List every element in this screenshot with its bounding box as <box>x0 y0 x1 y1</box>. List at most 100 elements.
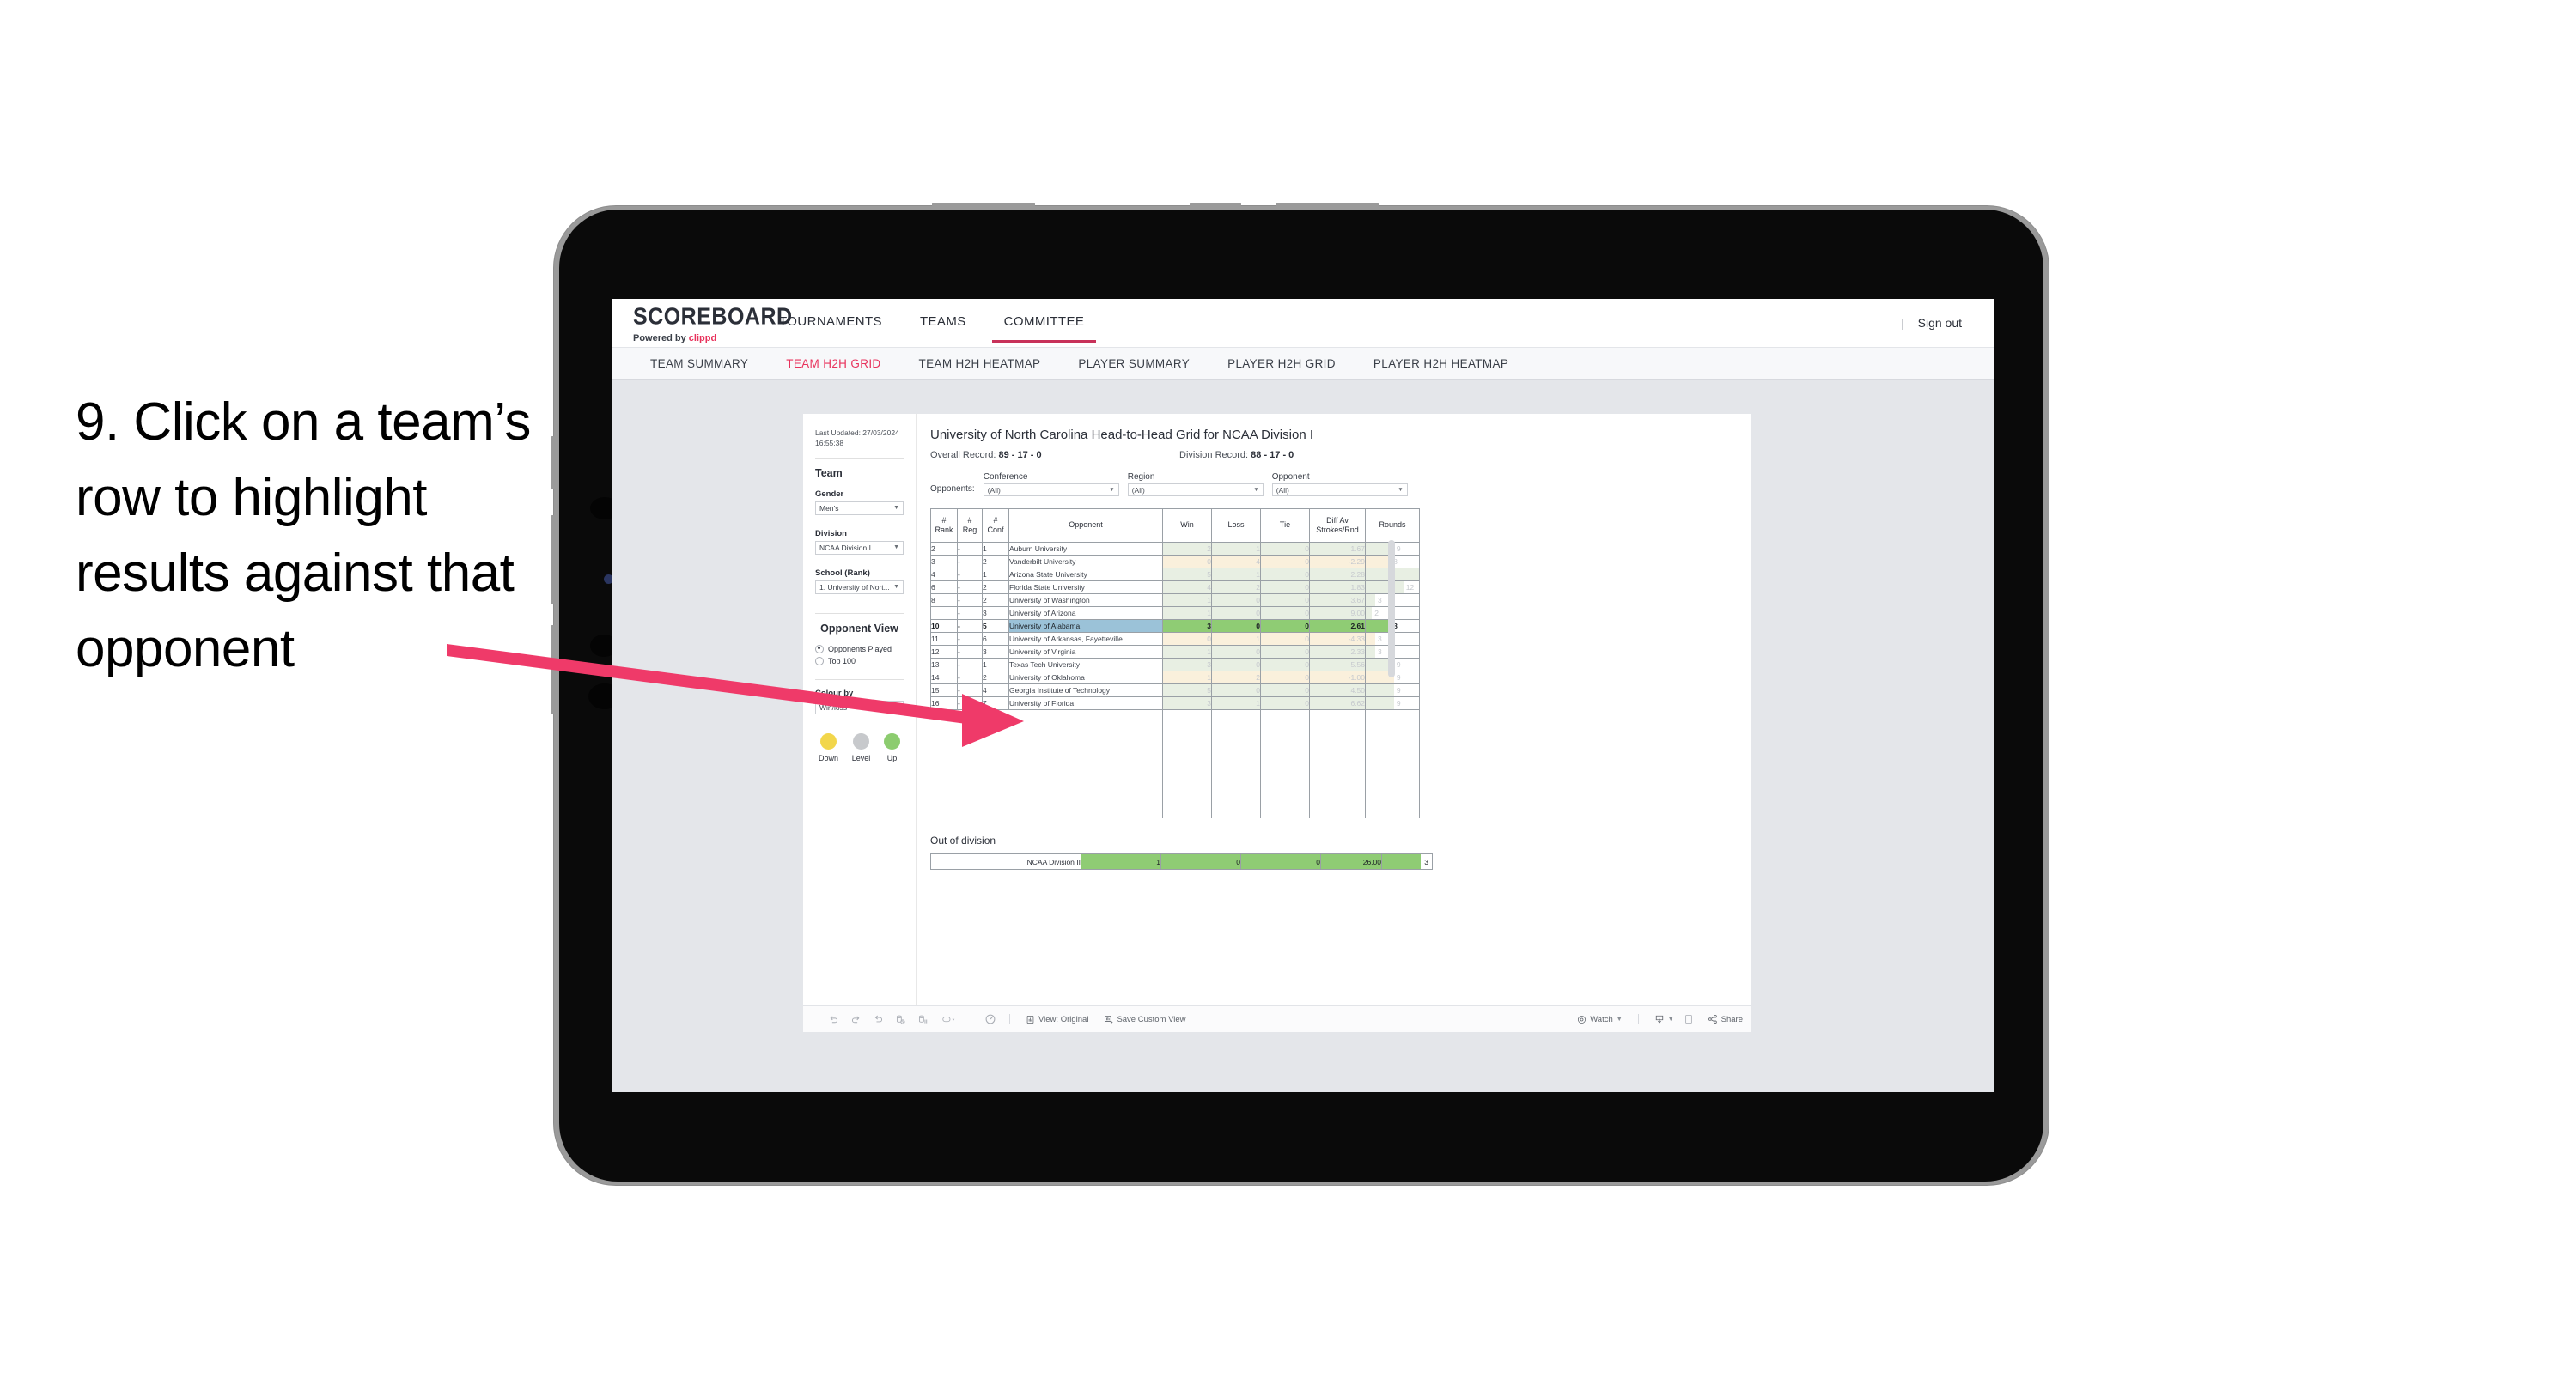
empty-cell <box>1211 734 1261 746</box>
redo-icon[interactable] <box>844 1009 867 1030</box>
table-row[interactable]: 2-1 Auburn University 2 1 0 1.67 9 <box>930 542 1420 556</box>
tab-team-h2h-heatmap[interactable]: TEAM H2H HEATMAP <box>900 357 1060 370</box>
chevron-down-icon: ▼ <box>893 704 899 711</box>
device-top-button-2 <box>1190 203 1241 207</box>
gender-select[interactable]: Men’s ▼ <box>815 501 904 515</box>
tab-player-h2h-grid[interactable]: PLAYER H2H GRID <box>1209 357 1355 370</box>
table-row[interactable]: 8-2 University of Washington 1 0 0 3.67 3 <box>930 593 1420 607</box>
table-row[interactable]: 4-1Arizona State University5102.2817 <box>930 568 1420 581</box>
presentation-mode-icon[interactable] <box>979 1009 1002 1030</box>
colour-by-select[interactable]: Win/loss ▼ <box>815 700 904 714</box>
cell-win: 1 <box>1162 593 1212 607</box>
nav-item-tournaments[interactable]: TOURNAMENTS <box>760 314 901 343</box>
overall-record: Overall Record: 89 - 17 - 0 <box>930 450 1179 460</box>
table-row[interactable]: 13-1 Texas Tech University 3 0 0 5.56 9 <box>930 658 1420 671</box>
conference-filter-value: (All) <box>987 485 1001 495</box>
legend-dot-up <box>884 732 900 750</box>
table-row[interactable]: 6-2 Florida State University 4 2 0 1.83 12 <box>930 580 1420 594</box>
empty-cell <box>1162 734 1212 746</box>
cell-rank: 12 <box>930 645 958 659</box>
conference-filter-select[interactable]: (All) ▼ <box>983 483 1119 496</box>
school-rank-value: 1. University of Nort... <box>819 582 890 592</box>
col-opponent[interactable]: Opponent <box>1008 508 1163 543</box>
grid-head: # Rank # Reg # Conf Opponent Win Loss Ti… <box>930 508 1420 543</box>
table-row[interactable]: -3 University of Arizona 1 0 0 9.00 2 <box>930 606 1420 620</box>
tab-team-h2h-grid[interactable]: TEAM H2H GRID <box>767 357 899 370</box>
view-original-button[interactable]: View: Original <box>1018 1015 1096 1024</box>
table-row[interactable]: 14-2 University of Oklahoma 1 2 0 -1.00 9 <box>930 671 1420 684</box>
dashboard-canvas: Last Updated: 27/03/2024 16:55:38 Team G… <box>612 380 1994 1092</box>
tab-player-h2h-heatmap[interactable]: PLAYER H2H HEATMAP <box>1355 357 1527 370</box>
cell-win: 4 <box>1162 580 1212 594</box>
cell-diff: -4.33 <box>1309 632 1366 646</box>
grid-vertical-scrollbar[interactable] <box>1388 540 1395 677</box>
refresh-data-icon[interactable] <box>889 1009 911 1030</box>
revert-icon[interactable] <box>867 1009 889 1030</box>
save-custom-view-button[interactable]: Save Custom View <box>1096 1015 1193 1024</box>
table-row[interactable]: 11-6 University of Arkansas, Fayetteville… <box>930 632 1420 646</box>
empty-cell <box>1162 794 1212 806</box>
empty-cell <box>1260 794 1310 806</box>
cell-opponent: Arizona State University <box>1008 568 1163 581</box>
col-conf[interactable]: # Conf <box>982 508 1009 543</box>
school-rank-select[interactable]: 1. University of Nort... ▼ <box>815 580 904 594</box>
col-rounds[interactable]: Rounds <box>1365 508 1420 543</box>
rounds-bar <box>1366 556 1392 568</box>
table-row[interactable]: 10-5 University of Alabama 3 0 0 2.61 8 <box>930 619 1420 633</box>
cell-conf: 2 <box>982 580 1009 594</box>
cell-loss: 1 <box>1211 542 1261 556</box>
sign-out-link[interactable]: Sign out <box>1918 316 1962 330</box>
table-row[interactable]: 3-2 Vanderbilt University 0 4 0 -2.29 8 <box>930 555 1420 568</box>
col-tie[interactable]: Tie <box>1260 508 1310 543</box>
tab-team-summary[interactable]: TEAM SUMMARY <box>631 357 767 370</box>
download-button[interactable]: ▼ <box>1647 1014 1678 1024</box>
opponent-filter: Opponent (All) ▼ <box>1271 472 1408 496</box>
share-button[interactable]: Share <box>1700 1014 1751 1024</box>
col-win[interactable]: Win <box>1162 508 1212 543</box>
cell-reg: - <box>957 671 983 684</box>
device-layout-icon[interactable] <box>1678 1009 1700 1030</box>
col-reg[interactable]: # Reg <box>957 508 983 543</box>
empty-cell <box>931 722 1163 734</box>
tab-player-summary[interactable]: PLAYER SUMMARY <box>1059 357 1209 370</box>
empty-cell <box>931 710 1163 723</box>
radio-opponents-played-label: Opponents Played <box>828 644 892 653</box>
nav-item-committee[interactable]: COMMITTEE <box>985 314 1104 343</box>
region-filter-select[interactable]: (All) ▼ <box>1127 483 1264 496</box>
cell-tie: 0 <box>1260 696 1310 710</box>
pause-refresh-dropdown-icon[interactable] <box>934 1009 963 1030</box>
empty-cell <box>1211 770 1261 782</box>
opponents-filter-label: Opponents: <box>930 484 975 494</box>
col-rank[interactable]: # Rank <box>930 508 958 543</box>
records-summary: Overall Record: 89 - 17 - 0 Division Rec… <box>930 450 1733 460</box>
conference-filter: Conference (All) ▼ <box>983 472 1119 496</box>
col-loss[interactable]: Loss <box>1211 508 1261 543</box>
table-row[interactable]: 16-7 University of Florida 3 1 0 6.62 9 <box>930 696 1420 710</box>
empty-cell <box>1309 709 1366 722</box>
cell-win: 1 <box>1162 606 1212 620</box>
device-top-button-1 <box>932 203 1035 207</box>
nav-item-teams[interactable]: TEAMS <box>901 314 985 343</box>
opponent-filter-select[interactable]: (All) ▼ <box>1271 483 1408 496</box>
legend-label-down: Down <box>819 753 839 762</box>
radio-top-100[interactable]: Top 100 <box>815 656 904 665</box>
cell-diff: 9.00 <box>1309 606 1366 620</box>
out-of-division-row[interactable]: NCAA Division II 1 0 0 26.00 3 <box>930 853 1433 870</box>
radio-opponents-played[interactable]: Opponents Played <box>815 644 904 653</box>
table-row[interactable]: 15-4 Georgia Institute of Technology 5 0 0 4.… <box>930 683 1420 697</box>
undo-icon[interactable] <box>822 1009 844 1030</box>
empty-cell <box>1365 782 1420 794</box>
empty-cell <box>1365 770 1420 782</box>
secondary-nav: TEAM SUMMARY TEAM H2H GRID TEAM H2H HEAT… <box>612 347 1994 380</box>
watch-button[interactable]: Watch ▼ <box>1569 1015 1630 1024</box>
pause-auto-update-icon[interactable] <box>911 1009 934 1030</box>
empty-cell <box>1211 758 1261 770</box>
cell-rounds: 9 <box>1365 696 1420 710</box>
division-select[interactable]: NCAA Division I ▼ <box>815 540 904 555</box>
radio-icon-selected <box>815 644 824 653</box>
cell-diff: 5.56 <box>1309 658 1366 671</box>
table-row[interactable]: 12-3 University of Virginia 1 0 0 2.33 3 <box>930 645 1420 659</box>
scoreboard-logo[interactable]: SCOREBOARD Powered by clippd <box>612 299 792 347</box>
col-diff[interactable]: Diff Av Strokes/Rnd <box>1309 508 1366 543</box>
rounds-value: 9 <box>1396 686 1401 695</box>
